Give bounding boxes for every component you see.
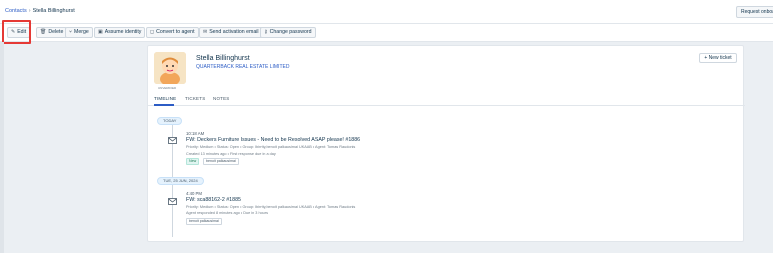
timeline: TODAY 10:18 AM FW: Deckers Furniture Iss… — [148, 107, 745, 243]
envelope-icon — [168, 137, 177, 144]
group-tag: benoit palkausimai — [186, 218, 222, 225]
breadcrumb-current: Stella Billinghurst — [32, 8, 75, 14]
active-tab-indicator — [154, 104, 174, 106]
top-bar: Contacts › Stella Billinghurst Request onb… — [0, 0, 773, 24]
tab-tickets[interactable]: TICKETS — [185, 96, 205, 101]
contact-card: UNVERIFIED Stella Billinghurst QUARTERBA… — [147, 45, 745, 243]
convert-to-agent-button[interactable]: ◻ Convert to agent — [146, 27, 199, 38]
change-password-label: Change password — [269, 29, 312, 35]
new-ticket-button[interactable]: + New ticket — [699, 53, 737, 63]
group-tag: benoit palkausimai — [203, 158, 239, 165]
send-activation-email-button[interactable]: ✉ Send activation email — [199, 27, 263, 38]
avatar — [154, 52, 186, 84]
ticket-title-link[interactable]: FW: sca88162-2 #1885 — [186, 197, 241, 203]
tab-notes[interactable]: NOTES — [213, 96, 230, 101]
envelope-icon — [168, 198, 177, 205]
assume-identity-label: Assume identity — [104, 29, 142, 35]
change-password-button[interactable]: ⚷ Change password — [260, 27, 316, 38]
assume-identity-button[interactable]: ▣ Assume identity — [94, 27, 146, 38]
merge-label: Merge — [74, 29, 89, 35]
action-toolbar: ✎ Edit 🗑 Delete ⑂ Merge ▣ Assume identity ◻ C… — [0, 24, 773, 42]
left-strip — [0, 42, 4, 253]
mail-icon: ✉ — [203, 29, 208, 35]
edit-highlight-box — [2, 20, 31, 44]
activity-time: 10:18 AM — [186, 131, 205, 136]
contact-header: UNVERIFIED Stella Billinghurst QUARTERBA… — [148, 46, 745, 106]
breadcrumb-contacts-link[interactable]: Contacts — [5, 8, 27, 14]
password-icon: ⚷ — [264, 29, 268, 35]
activity-time: 4:40 PM — [186, 191, 203, 196]
avatar-caption: UNVERIFIED — [158, 86, 177, 90]
breadcrumb-chevron-icon: › — [28, 8, 31, 14]
ticket-title-link[interactable]: FW: Deckers Furniture Issues - Need to b… — [186, 137, 360, 143]
request-onboarding-button[interactable]: Request onboarding — [736, 6, 773, 18]
ticket-meta: Priority: Medium • Status: Open • Group:… — [186, 145, 356, 149]
merge-icon: ⑂ — [69, 29, 73, 35]
contact-company-link[interactable]: QUARTERBACK REAL ESTATE LIMITED — [196, 64, 289, 70]
status-badge: New — [186, 158, 200, 165]
delete-icon: 🗑 — [40, 29, 47, 35]
ticket-sub: Created 13 minutes ago • First response … — [186, 152, 276, 156]
delete-label: Delete — [48, 29, 64, 35]
breadcrumb: Contacts › Stella Billinghurst — [5, 8, 75, 14]
date-pill-today: TODAY — [157, 117, 183, 125]
ticket-meta: Priority: Medium • Status: Open • Group:… — [186, 205, 356, 209]
convert-icon: ◻ — [150, 29, 155, 35]
tab-timeline[interactable]: TIMELINE — [154, 96, 176, 101]
convert-to-agent-label: Convert to agent — [156, 29, 195, 35]
merge-button[interactable]: ⑂ Merge — [65, 27, 93, 38]
ticket-sub: Agent responded 8 minutes ago • Due in 3… — [186, 211, 268, 215]
delete-button[interactable]: 🗑 Delete — [36, 27, 68, 38]
assume-identity-icon: ▣ — [98, 29, 103, 35]
contact-name: Stella Billinghurst — [196, 55, 250, 62]
send-activation-label: Send activation email — [209, 29, 259, 35]
date-pill-tue: TUE, 25 JUN, 2024 — [157, 177, 204, 185]
